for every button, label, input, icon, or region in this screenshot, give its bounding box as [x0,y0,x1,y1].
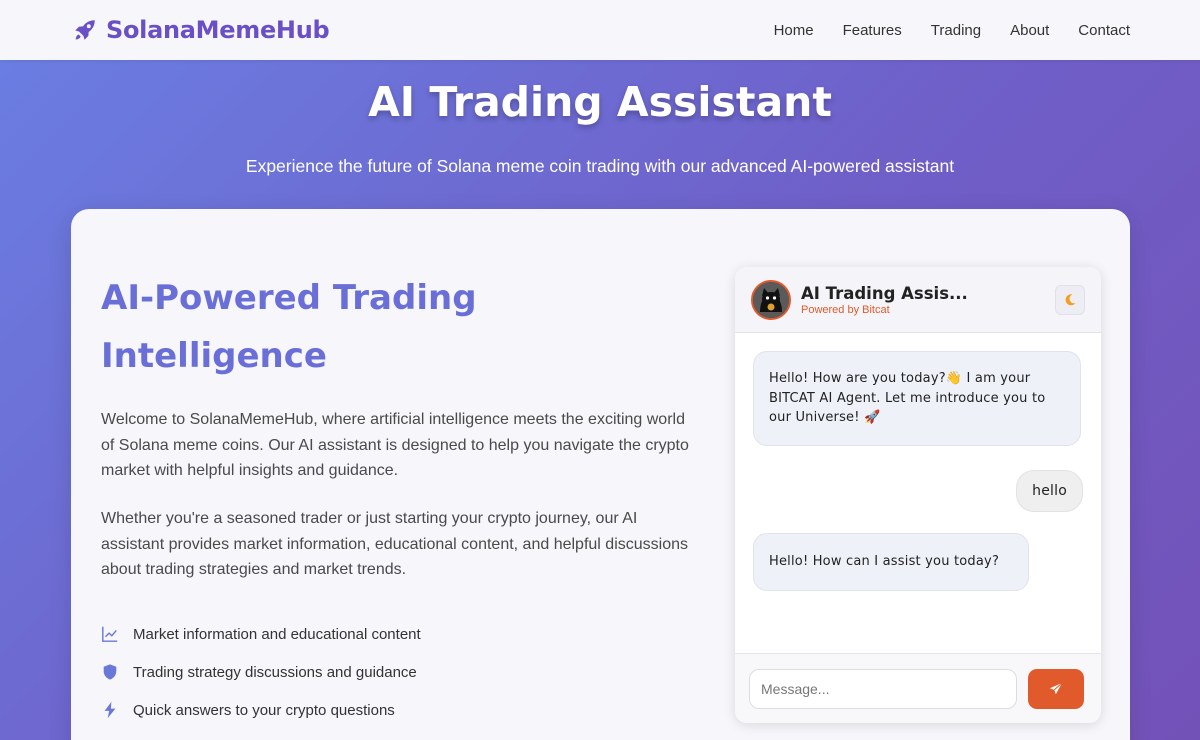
nav-links: Home Features Trading About Contact [774,22,1130,39]
moon-icon [1065,293,1076,305]
nav-link-home[interactable]: Home [774,22,814,39]
feature-label: Market information and educational conte… [133,625,421,643]
bot-message: Hello! How are you today?👋 I am your BIT… [753,351,1081,446]
chat-widget: AI Trading Assis... Powered by Bitcat He… [735,267,1101,723]
feature-item: Quick answers to your crypto questions [101,691,421,729]
send-button[interactable] [1028,668,1084,709]
feature-list: Market information and educational conte… [101,615,421,740]
brand-logo[interactable]: SolanaMemeHub [72,16,330,44]
chat-header: AI Trading Assis... Powered by Bitcat [735,267,1101,333]
bot-avatar [751,279,791,320]
audience-paragraph: Whether you're a seasoned trader or just… [101,510,688,578]
cat-avatar-icon [753,281,789,318]
theme-toggle-button[interactable] [1055,284,1085,315]
bot-message: Hello! How can I assist you today? [753,533,1029,591]
brand-name: SolanaMemeHub [106,16,330,44]
bolt-icon [104,701,116,719]
user-message: hello [1016,470,1083,512]
hero-subtitle: Experience the future of Solana meme coi… [245,156,955,176]
shield-icon [103,664,117,680]
feature-item-partial [101,729,421,740]
nav-link-trading[interactable]: Trading [931,22,981,39]
nav-link-about[interactable]: About [1010,22,1049,39]
chat-header-text: AI Trading Assis... Powered by Bitcat [801,284,1055,316]
feature-label: Quick answers to your crypto questions [133,701,395,719]
section-title: AI-Powered Trading Intelligence [101,278,477,376]
feature-item: Trading strategy discussions and guidanc… [101,653,421,691]
feature-item: Market information and educational conte… [101,615,421,653]
chat-subtitle: Powered by Bitcat [801,303,890,316]
chat-title: AI Trading Assis... [801,283,968,303]
intro-paragraph: Welcome to SolanaMemeHub, where artifici… [101,411,689,479]
message-input[interactable] [749,668,1017,709]
chart-line-icon [102,626,118,642]
feature-label: Trading strategy discussions and guidanc… [133,663,417,681]
nav-link-contact[interactable]: Contact [1078,22,1130,39]
content-card: AI-Powered Trading Intelligence Welcome … [71,209,1130,740]
send-icon [1049,681,1063,694]
chat-input-bar [735,653,1101,723]
message-list: Hello! How are you today?👋 I am your BIT… [735,333,1101,653]
navbar: SolanaMemeHub Home Features Trading Abou… [0,0,1200,60]
nav-link-features[interactable]: Features [843,22,902,39]
rocket-icon [75,20,95,40]
hero-title: AI Trading Assistant [368,78,832,126]
